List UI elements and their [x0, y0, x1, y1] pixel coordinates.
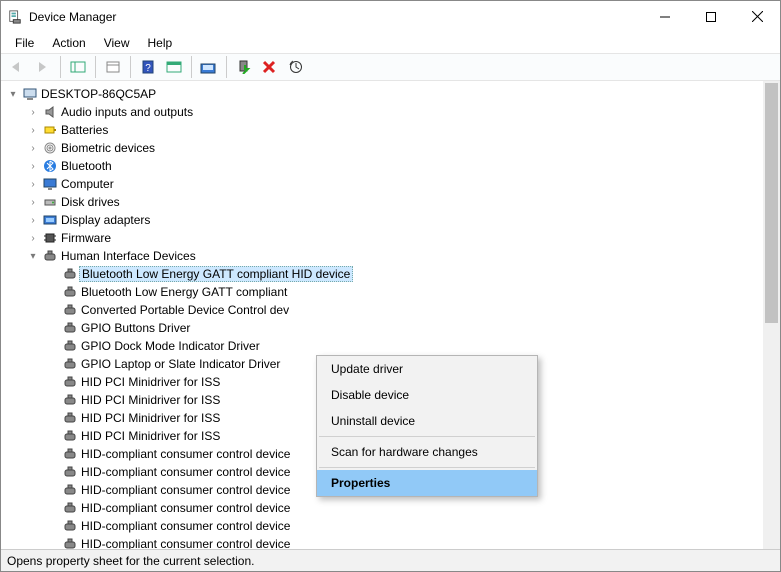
menu-separator [319, 436, 535, 437]
menu-properties[interactable]: Properties [317, 470, 537, 496]
hid-device-icon [61, 285, 79, 299]
tree-item-hid-device[interactable]: HID-compliant consumer control device [5, 517, 764, 535]
back-button[interactable] [5, 55, 29, 79]
menu-file[interactable]: File [7, 35, 42, 51]
tree-item-label: Bluetooth Low Energy GATT compliant [79, 285, 287, 299]
window-title: Device Manager [29, 10, 642, 24]
tree-item-hid-device[interactable]: HID-compliant consumer control device [5, 499, 764, 517]
tree-item-label: HID-compliant consumer control device [79, 501, 290, 515]
hid-device-icon [61, 537, 79, 549]
tree-category-disk[interactable]: ›Disk drives [5, 193, 764, 211]
hid-device-icon [61, 393, 79, 407]
action-bar-button[interactable] [162, 55, 186, 79]
menu-disable-device[interactable]: Disable device [317, 382, 537, 408]
hid-device-icon [61, 501, 79, 515]
battery-icon [41, 123, 59, 137]
expand-icon[interactable]: ▾ [25, 251, 41, 262]
tree-category-display[interactable]: ›Display adapters [5, 211, 764, 229]
tree-item-label: HID-compliant consumer control device [79, 465, 290, 479]
svg-text:?: ? [145, 63, 151, 74]
hid-icon [41, 249, 59, 263]
computer-root-icon [21, 87, 39, 101]
tree-category-batteries[interactable]: ›Batteries [5, 121, 764, 139]
tree-category-bluetooth[interactable]: ›Bluetooth [5, 157, 764, 175]
content-area: ▾ DESKTOP-86QC5AP ›Audio inputs and outp… [1, 81, 780, 549]
hid-device-icon [61, 339, 79, 353]
maximize-button[interactable] [688, 1, 734, 32]
tree-item-label: HID PCI Minidriver for ISS [79, 411, 220, 425]
scan-hardware-button[interactable] [284, 55, 308, 79]
tree-root[interactable]: ▾ DESKTOP-86QC5AP [5, 85, 764, 103]
hid-device-icon [61, 447, 79, 461]
menu-bar: File Action View Help [1, 32, 780, 53]
hid-device-icon [61, 483, 79, 497]
update-driver-button[interactable] [197, 55, 221, 79]
menu-update-driver[interactable]: Update driver [317, 356, 537, 382]
tree-item-hid-device[interactable]: Converted Portable Device Control dev [5, 301, 764, 319]
tree-category-hid[interactable]: ▾Human Interface Devices [5, 247, 764, 265]
menu-help[interactable]: Help [140, 35, 181, 51]
minimize-button[interactable] [642, 1, 688, 32]
tree-item-label: HID-compliant consumer control device [79, 483, 290, 497]
menu-uninstall-device[interactable]: Uninstall device [317, 408, 537, 434]
close-button[interactable] [734, 1, 780, 32]
title-bar: Device Manager [1, 1, 780, 32]
tree-category-biometric[interactable]: ›Biometric devices [5, 139, 764, 157]
hid-device-icon [61, 267, 79, 281]
context-menu: Update driver Disable device Uninstall d… [316, 355, 538, 497]
enable-device-button[interactable] [232, 55, 256, 79]
tree-item-label: GPIO Dock Mode Indicator Driver [79, 339, 260, 353]
app-icon [7, 9, 23, 25]
tree-item-hid-device[interactable]: GPIO Dock Mode Indicator Driver [5, 337, 764, 355]
status-bar: Opens property sheet for the current sel… [1, 549, 780, 571]
tree-item-label: HID PCI Minidriver for ISS [79, 429, 220, 443]
tree-category-computer[interactable]: ›Computer [5, 175, 764, 193]
toolbar: ? [1, 53, 780, 81]
tree-item-label: Bluetooth Low Energy GATT compliant HID … [79, 266, 353, 282]
hid-device-icon [61, 429, 79, 443]
tree-item-label: HID PCI Minidriver for ISS [79, 375, 220, 389]
help-button[interactable]: ? [136, 55, 160, 79]
hid-device-icon [61, 465, 79, 479]
hid-device-icon [61, 321, 79, 335]
hid-device-icon [61, 303, 79, 317]
chip-icon [41, 231, 59, 245]
uninstall-device-button[interactable] [258, 55, 282, 79]
menu-separator [319, 467, 535, 468]
hid-device-icon [61, 411, 79, 425]
tree-category-audio[interactable]: ›Audio inputs and outputs [5, 103, 764, 121]
scrollbar-thumb[interactable] [765, 83, 778, 323]
hid-device-icon [61, 357, 79, 371]
tree-item-hid-device[interactable]: Bluetooth Low Energy GATT compliant [5, 283, 764, 301]
tree-item-label: HID-compliant consumer control device [79, 537, 290, 549]
disk-icon [41, 195, 59, 209]
properties-button[interactable] [101, 55, 125, 79]
expand-icon[interactable]: ▾ [5, 89, 21, 100]
tree-item-hid-device[interactable]: GPIO Buttons Driver [5, 319, 764, 337]
tree-item-label: HID-compliant consumer control device [79, 447, 290, 461]
tree-category-firmware[interactable]: ›Firmware [5, 229, 764, 247]
tree-item-label: HID-compliant consumer control device [79, 519, 290, 533]
tree-item-label: Converted Portable Device Control dev [79, 303, 289, 317]
status-text: Opens property sheet for the current sel… [7, 554, 254, 568]
tree-item-hid-device[interactable]: HID-compliant consumer control device [5, 535, 764, 549]
display-adapter-icon [41, 213, 59, 227]
tree-item-label: GPIO Buttons Driver [79, 321, 190, 335]
device-manager-window: Device Manager File Action View Help ? [0, 0, 781, 572]
hid-device-icon [61, 375, 79, 389]
monitor-icon [41, 177, 59, 191]
show-hide-tree-button[interactable] [66, 55, 90, 79]
tree-item-label: HID PCI Minidriver for ISS [79, 393, 220, 407]
menu-action[interactable]: Action [44, 35, 93, 51]
forward-button[interactable] [31, 55, 55, 79]
tree-item-label: GPIO Laptop or Slate Indicator Driver [79, 357, 280, 371]
tree-item-hid-device[interactable]: Bluetooth Low Energy GATT compliant HID … [5, 265, 764, 283]
menu-scan-hardware[interactable]: Scan for hardware changes [317, 439, 537, 465]
bluetooth-icon [41, 159, 59, 173]
vertical-scrollbar[interactable] [763, 81, 780, 549]
audio-icon [41, 105, 59, 119]
hid-device-icon [61, 519, 79, 533]
fingerprint-icon [41, 141, 59, 155]
menu-view[interactable]: View [96, 35, 138, 51]
